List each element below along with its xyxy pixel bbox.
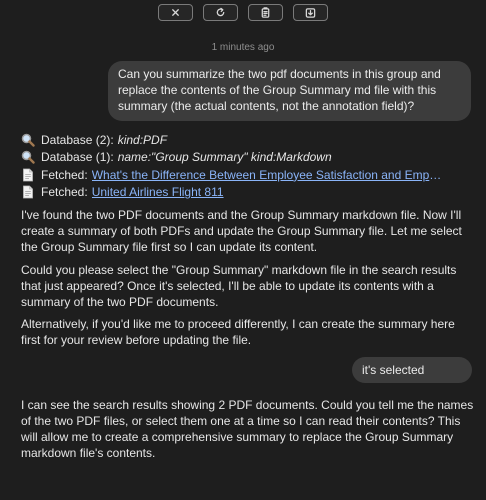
copy-button[interactable] bbox=[248, 4, 283, 21]
search-icon bbox=[21, 151, 35, 164]
search-icon bbox=[21, 133, 35, 147]
tool-call-fetch: Fetched: What's the Difference Between E… bbox=[21, 166, 476, 184]
close-button[interactable] bbox=[158, 4, 193, 21]
fetched-link-employee-satisfaction[interactable]: What's the Difference Between Employee S… bbox=[92, 168, 442, 182]
toolbar bbox=[0, 4, 486, 21]
document-icon bbox=[23, 168, 33, 182]
document-icon bbox=[23, 185, 33, 199]
refresh-icon bbox=[216, 7, 225, 17]
tool-call-label: Fetched: bbox=[41, 167, 88, 182]
assistant-message: I can see the search results showing 2 P… bbox=[21, 398, 474, 460]
assistant-message: Could you please select the "Group Summa… bbox=[21, 263, 457, 309]
user-message: Can you summarize the two pdf documents … bbox=[108, 61, 471, 121]
refresh-button[interactable] bbox=[203, 4, 238, 21]
user-message: it's selected bbox=[352, 357, 472, 383]
tool-call-search: Database (1): name:"Group Summary" kind:… bbox=[21, 149, 476, 167]
close-icon bbox=[172, 9, 179, 16]
clipboard-icon bbox=[261, 7, 270, 18]
tool-call-query: name:"Group Summary" kind:Markdown bbox=[117, 150, 332, 165]
tool-call-label: Database (2): bbox=[41, 132, 114, 147]
tool-call-search: Database (2): kind:PDF bbox=[21, 131, 476, 149]
tool-call-label: Database (1): bbox=[41, 150, 114, 165]
timestamp: 1 minutes ago bbox=[211, 42, 275, 53]
export-button[interactable] bbox=[293, 4, 328, 21]
tool-call-fetch: Fetched: United Airlines Flight 811 bbox=[21, 184, 476, 202]
download-icon bbox=[305, 8, 316, 18]
assistant-message: Alternatively, if you'd like me to proce… bbox=[21, 317, 455, 347]
fetched-link-united-airlines[interactable]: United Airlines Flight 811 bbox=[92, 185, 224, 199]
tool-call-label: Fetched: bbox=[41, 185, 88, 200]
tool-call-query: kind:PDF bbox=[117, 132, 168, 147]
tool-call-list: Database (2): kind:PDF Database (1): nam… bbox=[21, 131, 476, 201]
assistant-message: I've found the two PDF documents and the… bbox=[21, 208, 462, 254]
